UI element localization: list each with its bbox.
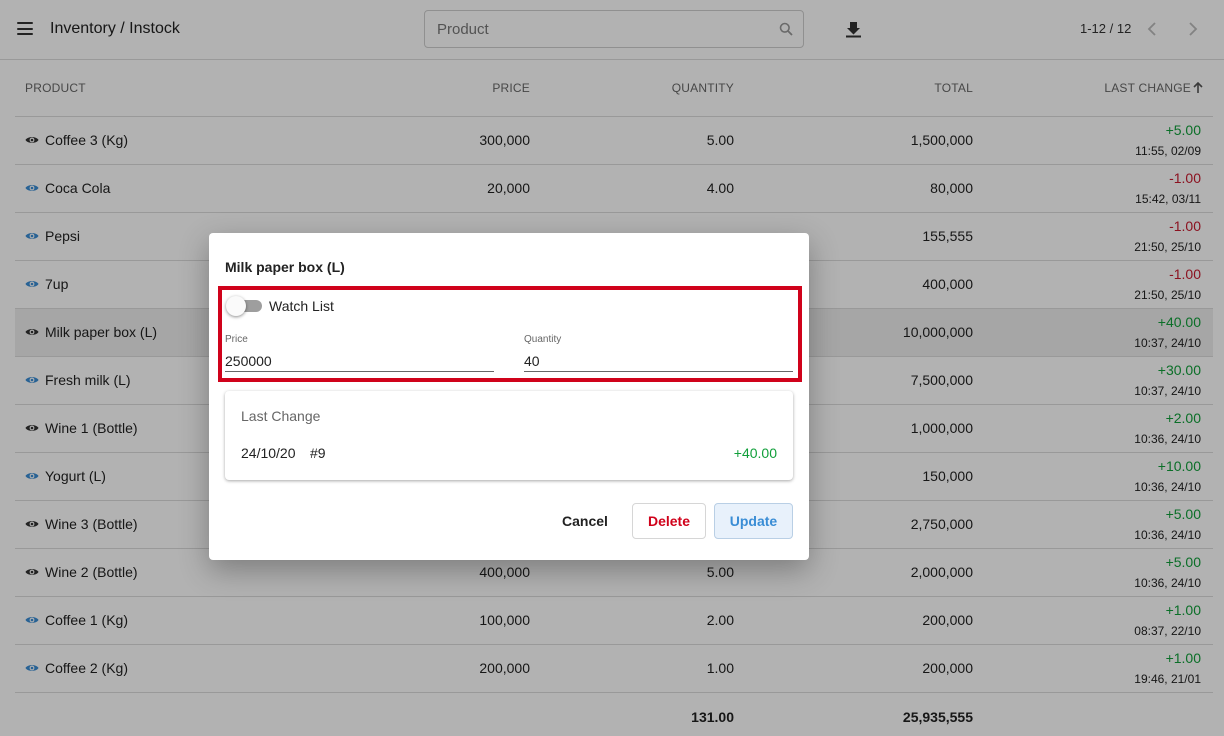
- cancel-button[interactable]: Cancel: [552, 503, 618, 539]
- quantity-field[interactable]: [524, 350, 793, 372]
- update-button[interactable]: Update: [714, 503, 793, 539]
- last-change-delta: +40.00: [733, 445, 777, 461]
- last-change-id: #9: [310, 445, 326, 461]
- quantity-label: Quantity: [524, 334, 562, 345]
- edit-product-dialog: Milk paper box (L) Watch List Price Quan…: [209, 233, 809, 560]
- delete-button[interactable]: Delete: [632, 503, 706, 539]
- dialog-title: Milk paper box (L): [225, 259, 345, 275]
- price-field[interactable]: [225, 350, 494, 372]
- price-label: Price: [225, 334, 248, 345]
- last-change-date: 24/10/20: [241, 445, 296, 461]
- last-change-title: Last Change: [241, 408, 321, 424]
- last-change-card: Last Change 24/10/20 #9 +40.00: [225, 391, 793, 480]
- watch-list-toggle[interactable]: [226, 296, 262, 316]
- watch-list-label: Watch List: [269, 298, 334, 314]
